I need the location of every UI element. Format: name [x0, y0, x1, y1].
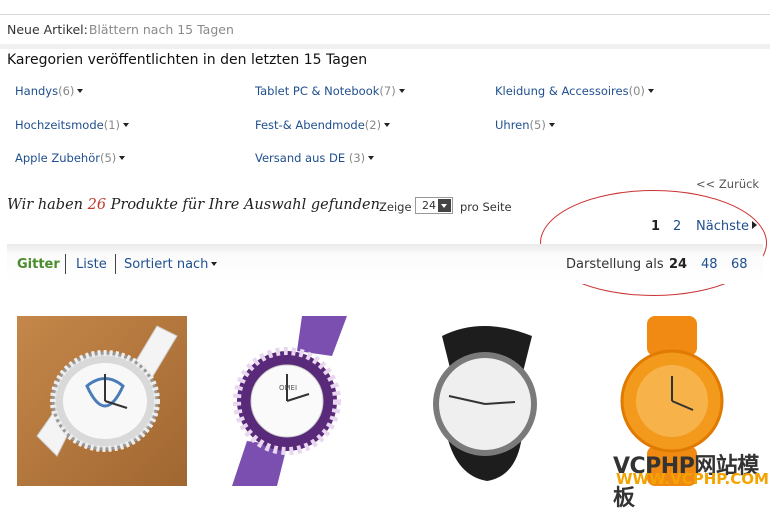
svg-text:OMEI: OMEI: [279, 384, 297, 392]
category-title: Karegorien veröffentlichten in den letzt…: [7, 52, 368, 68]
category-apple-zubehoer[interactable]: Apple Zubehör(5): [15, 151, 126, 165]
category-label: Uhren: [495, 118, 530, 132]
tab-list[interactable]: Liste: [76, 257, 107, 272]
category-label: Fest-& Abendmode: [255, 118, 365, 132]
watermark-logo: VCPHP网站模板 WWW.VCPHP.COM: [613, 448, 770, 512]
category-hochzeitsmode[interactable]: Hochzeitsmode(1): [15, 118, 130, 132]
category-count: (5): [100, 151, 117, 165]
category-kleidung[interactable]: Kleidung & Accessoires(0): [495, 84, 654, 98]
back-link[interactable]: << Zurück: [696, 177, 759, 191]
category-uhren[interactable]: Uhren(5): [495, 118, 555, 132]
display-option-24[interactable]: 24: [669, 257, 687, 272]
black-watch-image: [433, 326, 537, 481]
sort-label: Sortiert nach: [124, 257, 209, 272]
browse-15-days-link[interactable]: Blättern nach 15 Tagen: [89, 22, 234, 37]
section-strip: [0, 44, 770, 49]
category-label: Hochzeitsmode: [15, 118, 104, 132]
category-label: Versand aus DE: [255, 151, 346, 165]
caret-down-icon[interactable]: [548, 123, 555, 127]
caret-down-icon[interactable]: [398, 89, 405, 93]
category-versand-de[interactable]: Versand aus DE (3): [255, 151, 375, 165]
toolbar-separator: [115, 254, 116, 274]
per-page-value: 24: [422, 199, 436, 212]
results-suffix: Produkte für Ihre Auswahl gefunden.: [106, 197, 385, 213]
per-page-label: pro Seite: [460, 200, 512, 214]
caret-down-icon[interactable]: [384, 123, 391, 127]
purple-watch-image: OMEI: [232, 316, 347, 486]
results-summary: Wir haben 26 Produkte für Ihre Auswahl g…: [7, 197, 385, 213]
caret-down-icon[interactable]: [123, 123, 130, 127]
product-image-purple-watch[interactable]: OMEI: [207, 316, 377, 486]
top-divider: [0, 14, 770, 15]
category-label: Tablet PC & Notebook: [255, 84, 380, 98]
caret-down-icon[interactable]: [119, 156, 126, 160]
product-image-black-watch[interactable]: [397, 316, 567, 486]
white-watch-image: [17, 316, 187, 486]
toolbar-separator: [65, 254, 66, 274]
category-count: (1): [103, 118, 121, 132]
product-image-white-watch[interactable]: [17, 316, 187, 486]
show-label: Zeige: [379, 200, 412, 214]
category-count: (3): [345, 151, 366, 165]
watermark-line2: WWW.VCPHP.COM: [616, 470, 769, 488]
new-articles-label: Neue Artikel:: [7, 22, 88, 37]
category-count: (7): [379, 84, 396, 98]
caret-down-icon[interactable]: [77, 89, 84, 93]
results-prefix: Wir haben: [7, 197, 88, 213]
category-label: Kleidung & Accessoires: [495, 84, 629, 98]
display-option-68[interactable]: 68: [731, 257, 748, 272]
category-label: Handys: [15, 84, 59, 98]
dropdown-arrow-icon[interactable]: [438, 199, 451, 212]
display-label: Darstellung als: [566, 257, 664, 272]
category-abendmode[interactable]: Fest-& Abendmode(2): [255, 118, 391, 132]
category-count: (5): [529, 118, 546, 132]
category-count: (0): [628, 84, 645, 98]
new-articles-line: Neue Artikel:Blättern nach 15 Tagen: [7, 22, 234, 37]
tab-grid[interactable]: Gitter: [17, 257, 60, 272]
caret-down-icon: [211, 262, 218, 266]
caret-down-icon[interactable]: [368, 156, 375, 160]
display-option-48[interactable]: 48: [701, 257, 718, 272]
category-count: (6): [58, 84, 75, 98]
sort-dropdown[interactable]: Sortiert nach: [124, 257, 218, 272]
per-page-select[interactable]: 24: [415, 197, 453, 214]
category-label: Apple Zubehör: [15, 151, 100, 165]
results-count: 26: [87, 197, 107, 213]
category-count: (2): [364, 118, 382, 132]
category-tablet[interactable]: Tablet PC & Notebook(7): [255, 84, 405, 98]
caret-down-icon[interactable]: [647, 89, 654, 93]
category-handys[interactable]: Handys(6): [15, 84, 84, 98]
